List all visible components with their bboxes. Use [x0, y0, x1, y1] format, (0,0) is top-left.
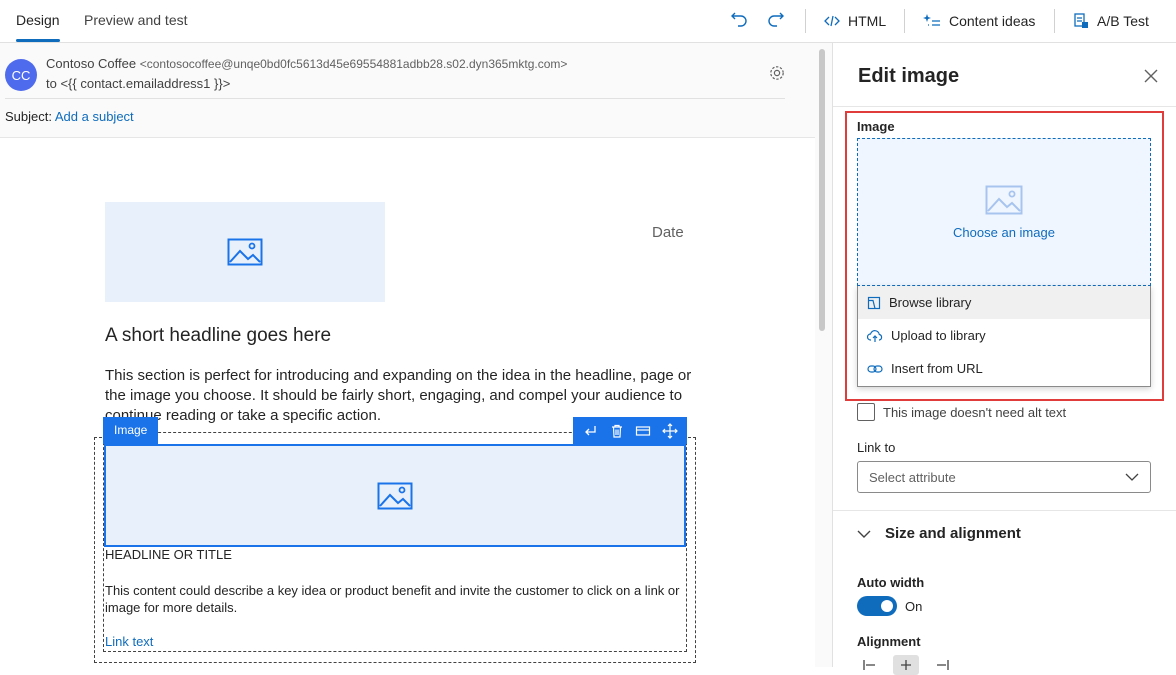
email-header: CC Contoso Coffee <contosocoffee@unqe0bd…	[0, 43, 815, 138]
gear-icon[interactable]	[768, 64, 786, 82]
chevron-down-icon	[1125, 473, 1139, 481]
no-alt-text-label: This image doesn't need alt text	[883, 404, 1067, 420]
panel-divider	[833, 106, 1176, 107]
align-right-icon[interactable]	[929, 655, 955, 675]
size-alignment-section-header[interactable]: Size and alignment	[857, 525, 1021, 542]
link-to-select[interactable]: Select attribute	[857, 461, 1151, 493]
ab-test-icon	[1073, 13, 1089, 29]
toolbar-divider	[805, 9, 806, 33]
top-toolbar: Design Preview and test HTML Content ide…	[0, 0, 1176, 43]
html-label: HTML	[848, 13, 887, 29]
block-body-text[interactable]: This content could describe a key idea o…	[105, 582, 687, 616]
select-parent-icon[interactable]	[581, 422, 599, 440]
redo-icon[interactable]	[768, 11, 786, 29]
link-to-label: Link to	[857, 440, 896, 455]
toolbar-divider	[904, 9, 905, 33]
no-alt-text-checkbox[interactable]	[857, 403, 875, 421]
image-icon	[227, 238, 263, 266]
add-subject-link[interactable]: Add a subject	[55, 109, 134, 124]
alignment-buttons	[857, 655, 955, 675]
ab-test-button[interactable]: A/B Test	[1073, 0, 1149, 42]
close-icon[interactable]	[1143, 68, 1159, 84]
move-icon[interactable]	[661, 422, 679, 440]
canvas-scrollbar[interactable]	[815, 43, 832, 667]
section-title: Size and alignment	[885, 525, 1021, 542]
align-center-icon[interactable]	[893, 655, 919, 675]
alignment-label: Alignment	[857, 634, 921, 649]
sparkle-list-icon	[923, 13, 941, 29]
panel-title: Edit image	[858, 65, 960, 87]
selected-element-label: Image	[103, 417, 159, 444]
auto-width-toggle-row: On	[857, 596, 922, 616]
auto-width-label: Auto width	[857, 575, 925, 590]
ab-test-label: A/B Test	[1097, 13, 1149, 29]
edit-image-panel: Edit image Image Choose an image Browse …	[832, 43, 1176, 675]
recipient-line: to <{{ contact.emailaddress1 }}>	[46, 76, 231, 91]
headline-text[interactable]: A short headline goes here	[105, 325, 331, 347]
content-ideas-label: Content ideas	[949, 13, 1036, 29]
auto-width-toggle[interactable]	[857, 596, 897, 616]
scrollbar-thumb[interactable]	[819, 49, 825, 331]
toolbar-divider	[1054, 9, 1055, 33]
no-alt-text-checkbox-row[interactable]: This image doesn't need alt text	[857, 403, 1066, 421]
highlight-box	[845, 111, 1164, 401]
html-button[interactable]: HTML	[824, 0, 886, 42]
content-ideas-button[interactable]: Content ideas	[923, 0, 1035, 42]
image-placeholder[interactable]	[105, 202, 385, 302]
chevron-down-icon	[857, 530, 871, 538]
subject-line: Subject: Add a subject	[5, 109, 134, 124]
avatar: CC	[5, 59, 37, 91]
duplicate-icon[interactable]	[634, 422, 652, 440]
undo-icon[interactable]	[729, 11, 747, 29]
image-icon	[377, 482, 413, 510]
header-divider	[5, 98, 785, 99]
panel-divider	[833, 510, 1176, 511]
subject-label: Subject:	[5, 109, 52, 124]
block-headline[interactable]: HEADLINE OR TITLE	[105, 547, 232, 562]
sender-line: Contoso Coffee <contosocoffee@unqe0bd0fc…	[46, 56, 567, 71]
tab-preview-and-test[interactable]: Preview and test	[84, 0, 188, 42]
element-toolbar	[573, 417, 687, 444]
link-to-value: Select attribute	[869, 469, 956, 485]
code-icon	[824, 14, 840, 28]
auto-width-state: On	[905, 598, 923, 614]
sender-name: Contoso Coffee	[46, 56, 137, 71]
date-text: Date	[652, 224, 684, 241]
sender-address: <contosocoffee@unqe0bd0fc5613d45e6955488…	[139, 57, 568, 71]
tab-design[interactable]: Design	[16, 0, 60, 42]
selected-image-element[interactable]	[104, 444, 686, 547]
delete-icon[interactable]	[608, 422, 626, 440]
email-editor-area: CC Contoso Coffee <contosocoffee@unqe0bd…	[0, 43, 832, 667]
align-left-icon[interactable]	[857, 655, 883, 675]
block-link[interactable]: Link text	[105, 634, 153, 649]
